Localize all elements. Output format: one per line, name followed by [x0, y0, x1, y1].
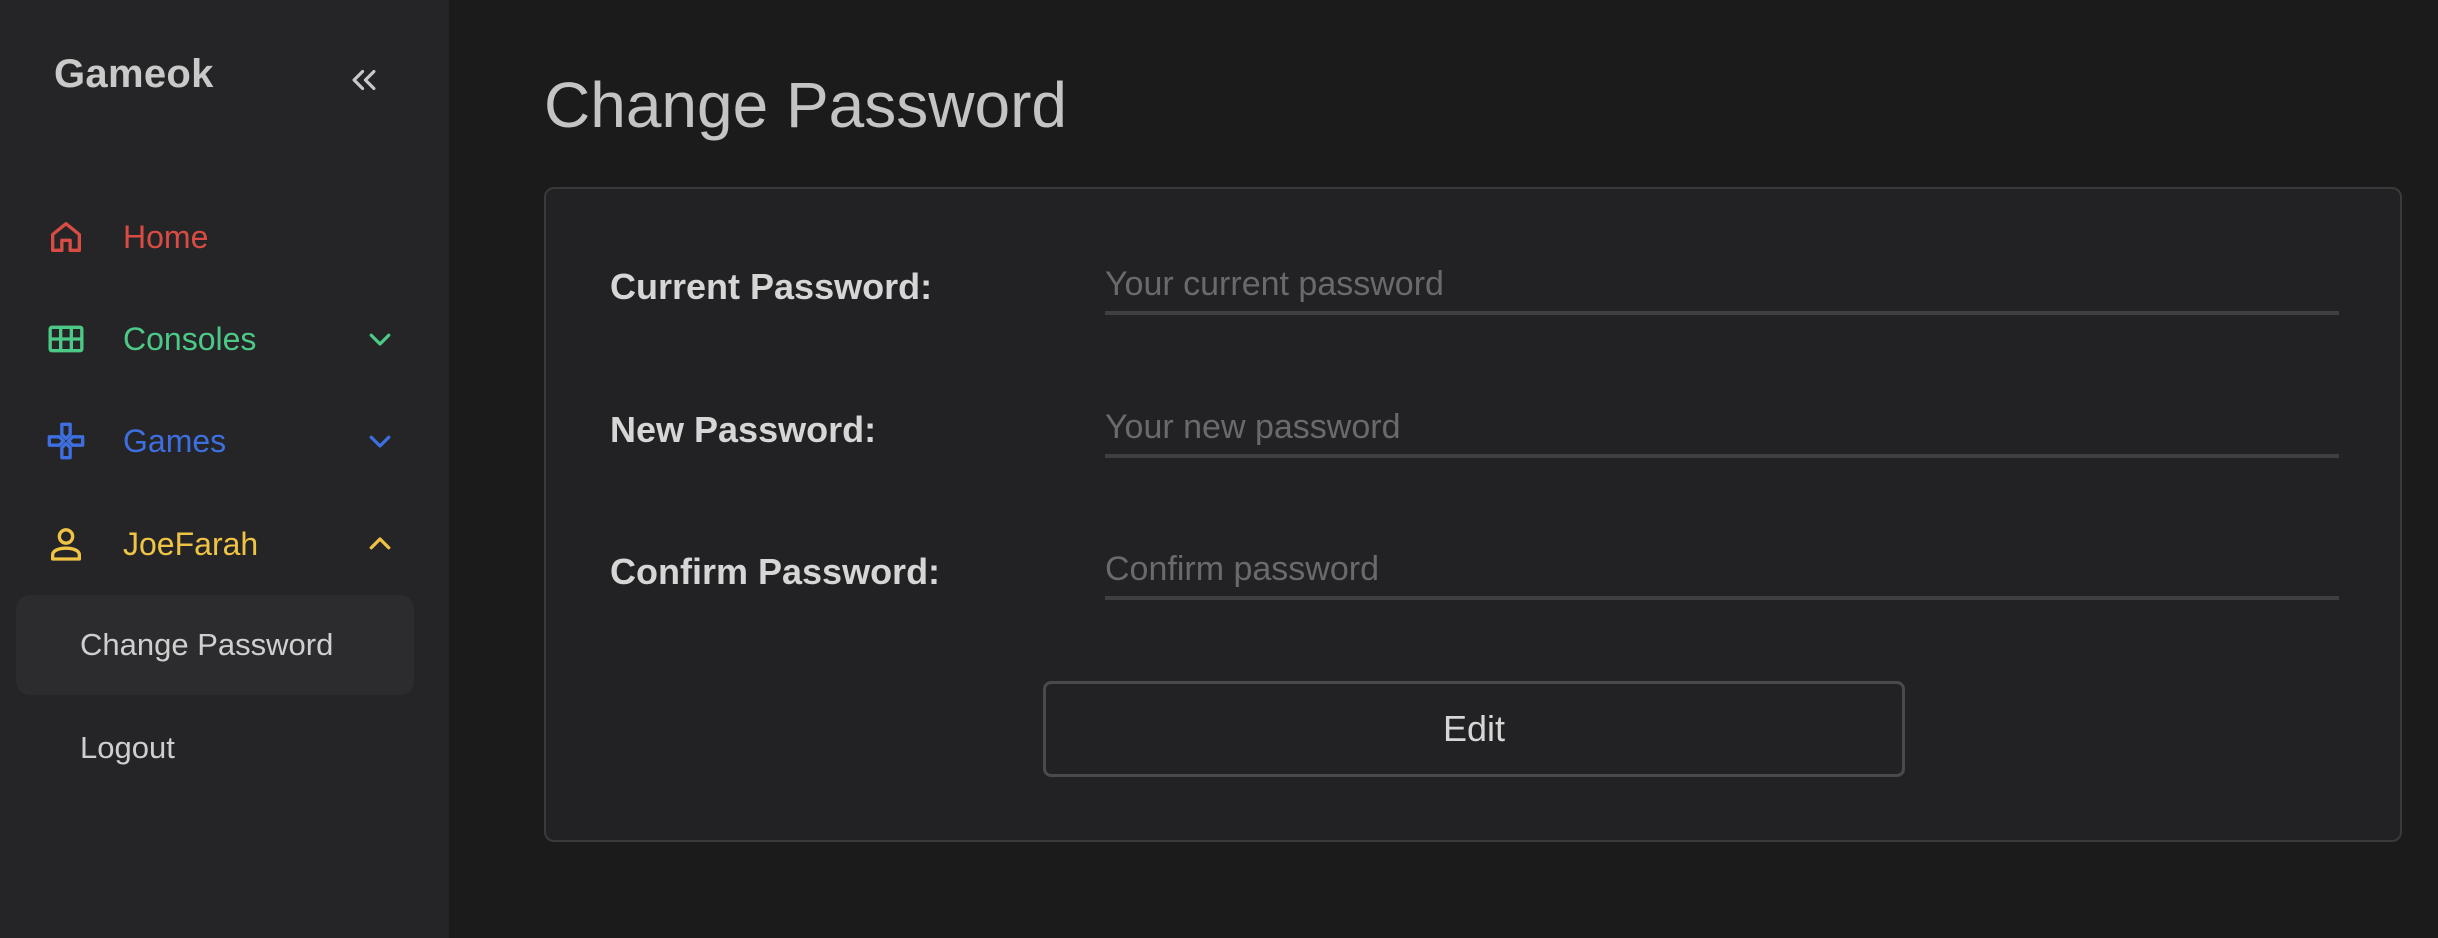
- confirm-password-label: Confirm Password:: [610, 551, 941, 592]
- sidebar-item-home[interactable]: Home: [40, 205, 390, 269]
- sidebar-item-label: Games: [123, 422, 227, 459]
- brand-logo[interactable]: Gameok: [54, 52, 214, 97]
- form-row-current-password: Current Password:: [546, 237, 2400, 337]
- sidebar-item-consoles[interactable]: Consoles: [40, 307, 391, 371]
- change-password-form: Current Password: New Password: Confirm …: [544, 187, 2402, 842]
- home-icon: [40, 211, 92, 263]
- sidebar: Gameok Home Consoles Games JoeFarah Chan…: [0, 0, 449, 938]
- page-title: Change Password: [544, 69, 1067, 141]
- new-password-label: New Password:: [610, 409, 877, 450]
- sidebar-item-label: JoeFarah: [123, 525, 259, 562]
- chevron-up-icon[interactable]: [356, 520, 404, 568]
- new-password-input[interactable]: [1105, 400, 2339, 458]
- gamepad-icon: [40, 415, 92, 467]
- edit-button[interactable]: Edit: [1043, 681, 1905, 777]
- chevron-down-icon[interactable]: [356, 417, 404, 465]
- collapse-sidebar-button[interactable]: [342, 58, 386, 102]
- confirm-password-input[interactable]: [1105, 542, 2339, 600]
- current-password-input[interactable]: [1105, 257, 2339, 315]
- sidebar-item-label: Home: [123, 218, 209, 255]
- sidebar-subitem-change-password[interactable]: Change Password: [16, 595, 414, 695]
- current-password-label: Current Password:: [610, 266, 933, 307]
- sidebar-item-user[interactable]: JoeFarah: [40, 512, 391, 576]
- form-row-confirm-password: Confirm Password:: [546, 522, 2400, 622]
- user-icon: [40, 518, 92, 570]
- double-chevron-left-icon: [352, 69, 376, 91]
- sidebar-subitem-logout[interactable]: Logout: [16, 698, 414, 798]
- sidebar-item-games[interactable]: Games: [40, 409, 391, 473]
- app: Gameok Home Consoles Games JoeFarah Chan…: [0, 0, 2438, 938]
- grid-icon: [40, 313, 92, 365]
- sidebar-item-label: Consoles: [123, 320, 257, 357]
- chevron-down-icon[interactable]: [356, 315, 404, 363]
- form-row-new-password: New Password:: [546, 380, 2400, 480]
